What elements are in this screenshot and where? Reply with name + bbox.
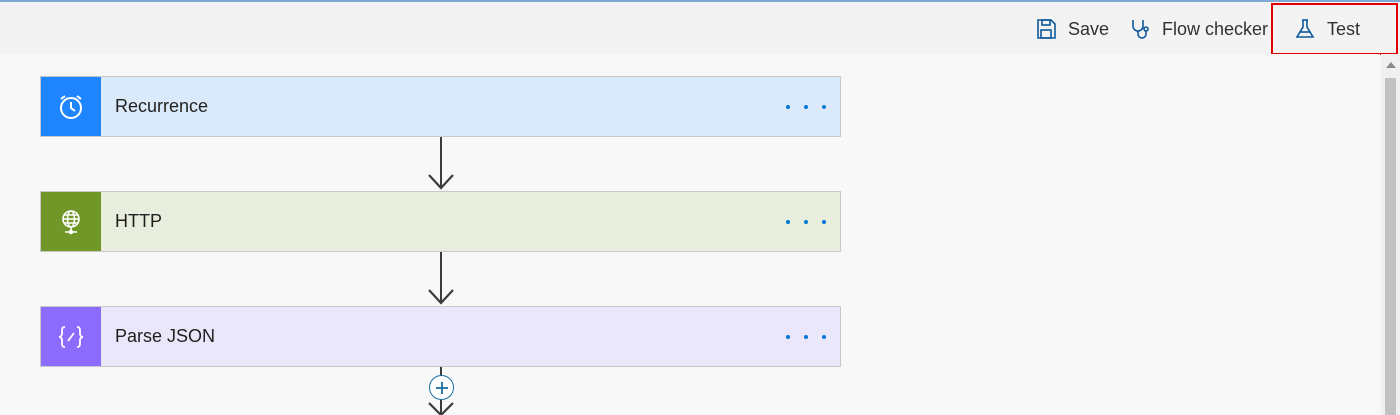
flow-checker-button[interactable]: Flow checker — [1128, 12, 1268, 46]
command-bar: Save Flow checker Test — [0, 2, 1400, 55]
test-label: Test — [1327, 18, 1361, 39]
ellipsis-dot — [804, 334, 808, 339]
save-icon — [1037, 19, 1056, 39]
test-button[interactable]: Test — [1271, 3, 1398, 55]
ellipsis-icon — [786, 334, 790, 339]
ellipsis-dot — [822, 104, 826, 109]
json-braces-icon — [58, 325, 84, 348]
connector-arrow-2 — [428, 252, 454, 305]
more-options-button[interactable] — [786, 212, 826, 232]
vertical-scrollbar[interactable] — [1381, 54, 1400, 415]
more-options-button[interactable] — [786, 97, 826, 117]
globe-icon — [62, 209, 80, 234]
step-title: Recurrence — [115, 96, 209, 116]
flow-checker-label: Flow checker — [1162, 18, 1269, 39]
scroll-up-arrow-icon[interactable] — [1386, 62, 1396, 68]
stethoscope-icon — [1132, 20, 1149, 39]
step-card-parse-json[interactable]: Parse JSON — [40, 306, 841, 367]
step-icon-box — [41, 307, 101, 366]
step-title: Parse JSON — [115, 326, 216, 346]
step-icon-box — [41, 192, 101, 251]
plus-icon — [435, 381, 448, 394]
ellipsis-icon — [786, 219, 790, 224]
step-icon-box — [41, 77, 101, 136]
ellipsis-dot — [804, 219, 808, 224]
save-button[interactable]: Save — [1034, 12, 1109, 46]
step-card-recurrence[interactable]: Recurrence — [40, 76, 841, 137]
scroll-thumb[interactable] — [1385, 78, 1396, 415]
alarm-clock-icon — [60, 94, 82, 119]
flask-icon — [1295, 19, 1315, 38]
more-options-button[interactable] — [786, 327, 826, 347]
step-title: HTTP — [115, 211, 162, 231]
step-card-http[interactable]: HTTP — [40, 191, 841, 252]
ellipsis-dot — [822, 219, 826, 224]
ellipsis-dot — [822, 334, 826, 339]
connector-arrow-1 — [428, 137, 454, 190]
ellipsis-icon — [786, 104, 790, 109]
add-step-button[interactable] — [429, 375, 454, 400]
save-label: Save — [1068, 18, 1110, 39]
ellipsis-dot — [804, 104, 808, 109]
